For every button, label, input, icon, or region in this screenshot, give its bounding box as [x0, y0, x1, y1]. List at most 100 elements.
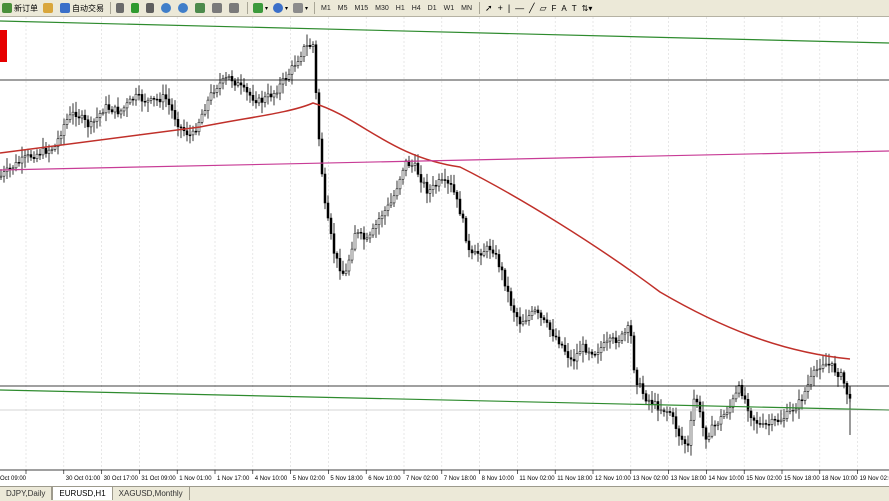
tag-icon-button[interactable] [41, 1, 57, 15]
candle-body [152, 98, 156, 100]
candle-body [743, 395, 747, 400]
fibonacci-tool[interactable]: F [550, 1, 559, 15]
chart-tab[interactable]: DJPY,Daily [0, 487, 53, 500]
candle-body [566, 351, 570, 358]
timeframe-mn[interactable]: MN [458, 1, 475, 15]
vertical-line-icon: | [507, 3, 511, 13]
x-tick-label: 30 Oct 17:00 [104, 476, 139, 482]
chart-tabs: DJPY,Daily EURUSD,H1 XAGUSD,Monthly [0, 486, 889, 501]
candle-body [287, 73, 291, 80]
candle-body [62, 124, 66, 136]
horizontal-line-tool[interactable]: — [513, 1, 526, 15]
arrows-icon: ⇅▾ [581, 3, 593, 13]
candle-body [614, 337, 618, 343]
candle-body [185, 130, 189, 136]
candle-body [323, 173, 327, 204]
candle-body [86, 119, 90, 128]
timeframe-m15[interactable]: M15 [352, 1, 372, 15]
candle-body [116, 106, 120, 115]
text-tool[interactable]: A [559, 1, 568, 15]
zoom-out-button[interactable] [176, 1, 192, 15]
candle-body [422, 181, 426, 184]
candle-body [569, 357, 573, 360]
timeframe-d1[interactable]: D1 [425, 1, 440, 15]
chart-tab[interactable]: XAGUSD,Monthly [113, 487, 190, 500]
candle-body [746, 399, 750, 412]
line-chart-button[interactable] [144, 1, 158, 15]
candle-body [32, 157, 36, 159]
candle-body [347, 259, 351, 272]
zoom-in-button[interactable] [159, 1, 175, 15]
candle-body [596, 352, 600, 355]
trendline-tool[interactable]: ╱ [527, 1, 536, 15]
crosshair-tool[interactable]: + [496, 1, 505, 15]
candle-body [542, 317, 546, 321]
channel-tool[interactable]: ▱ [538, 1, 549, 15]
candle-body [257, 97, 261, 104]
indicators-button[interactable]: ▾ [251, 1, 270, 15]
candle-body [530, 310, 534, 317]
timeframe-h4[interactable]: H4 [409, 1, 424, 15]
candle-body [842, 372, 846, 384]
templates-button[interactable]: ▾ [291, 1, 310, 15]
chart-shift-button[interactable] [227, 1, 243, 15]
periods-button[interactable]: ▾ [271, 1, 290, 15]
auto-scroll-icon [212, 3, 222, 13]
timeframe-m1[interactable]: M1 [318, 1, 334, 15]
candle-body [128, 98, 132, 104]
candle-body [773, 418, 777, 421]
upper-trendline [0, 20, 889, 44]
candle-body [299, 56, 303, 62]
candle-body [539, 312, 543, 318]
candle-body [92, 120, 96, 123]
candle-body [761, 423, 765, 425]
candle-body [371, 228, 375, 236]
candle-body [140, 94, 144, 102]
candle-body [311, 44, 315, 47]
new-order-button[interactable]: 新订单 [0, 1, 40, 15]
lower-trendline [0, 389, 889, 411]
candle-body [497, 254, 501, 268]
candle-body [584, 343, 588, 353]
candle-body [95, 117, 99, 122]
candle-body [575, 353, 579, 362]
candle-chart-button[interactable] [129, 1, 143, 15]
candle-body [446, 179, 450, 184]
tile-windows-button[interactable] [193, 1, 209, 15]
timeframe-m30[interactable]: M30 [372, 1, 392, 15]
candle-body [518, 316, 522, 325]
candle-body [671, 412, 675, 417]
auto-scroll-button[interactable] [210, 1, 226, 15]
zoom-in-icon [161, 3, 171, 13]
candle-body [266, 93, 270, 98]
x-tick-label: 15 Nov 02:00 [746, 476, 782, 482]
timeframe-w1[interactable]: W1 [441, 1, 458, 15]
cursor-tool[interactable]: ➚ [483, 1, 495, 15]
indicators-icon [253, 3, 263, 13]
candle-body [572, 358, 576, 362]
candle-body [38, 153, 42, 156]
timeframe-h1[interactable]: H1 [393, 1, 408, 15]
vertical-line-tool[interactable]: | [506, 1, 512, 15]
arrows-tool[interactable]: ⇅▾ [580, 1, 595, 15]
timeframe-m5[interactable]: M5 [335, 1, 351, 15]
candle-body [122, 107, 126, 112]
candle-body [785, 410, 789, 419]
chart-area[interactable]: Oct 09:00 30 Oct 01:00 30 Oct 17:00 31 Oct … [0, 17, 889, 487]
candle-body [551, 329, 555, 337]
candle-body [125, 102, 129, 109]
candle-body [740, 384, 744, 396]
candle-body [365, 237, 369, 240]
candle-body [779, 419, 783, 422]
x-tick-label: 7 Nov 02:00 [406, 476, 439, 482]
candle-body [776, 419, 780, 422]
candle-body [278, 83, 282, 94]
candle-body [647, 399, 651, 402]
candle-body [119, 110, 123, 115]
new-order-label: 新订单 [14, 3, 38, 13]
auto-trading-button[interactable]: 自动交易 [58, 1, 106, 15]
chart-tab[interactable]: EURUSD,H1 [52, 487, 113, 500]
bar-chart-button[interactable] [114, 1, 128, 15]
candle-body [179, 126, 183, 129]
label-tool[interactable]: T [570, 1, 579, 15]
